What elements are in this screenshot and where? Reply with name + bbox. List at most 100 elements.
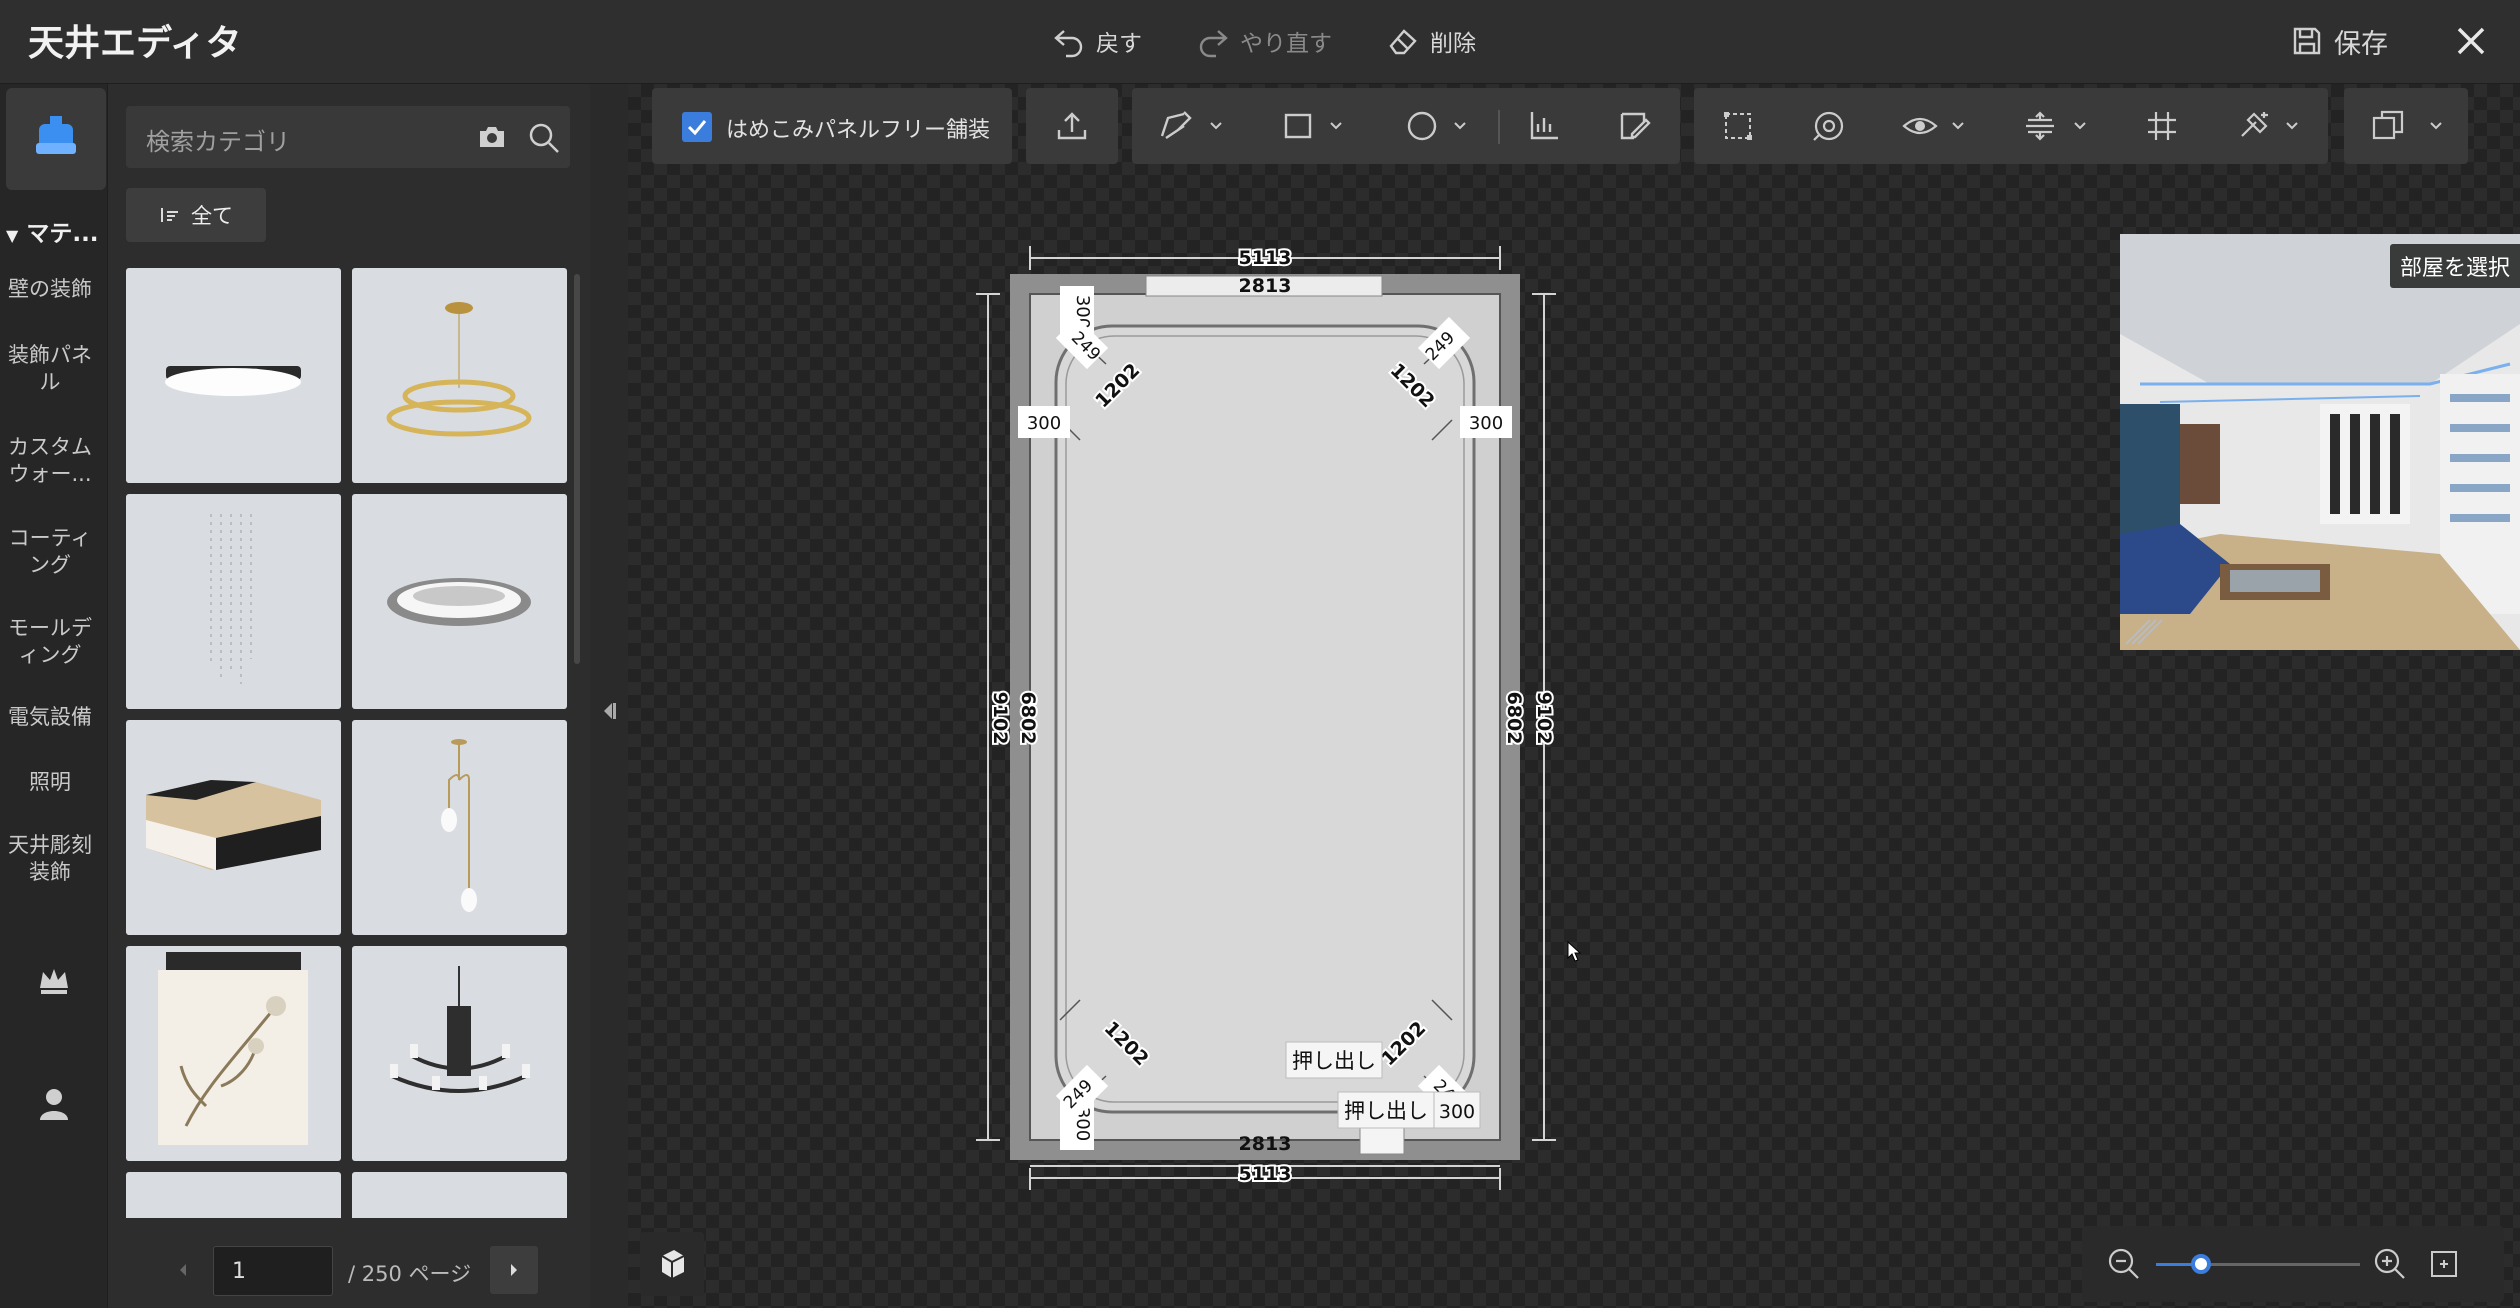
select-frame-icon[interactable]: [1718, 106, 1758, 146]
ceiling-plan[interactable]: 5113 2813 2813 5113 9102 6802 6802 9102 …: [960, 230, 1580, 1210]
delete-button[interactable]: 削除: [1386, 18, 1476, 64]
copy-layout-icon[interactable]: [2368, 106, 2408, 146]
sidebar-item-custom-wall[interactable]: カスタムウォー...: [0, 434, 100, 488]
product-card-pendant-lamp[interactable]: [352, 720, 567, 935]
square-ceiling-lamp-icon: [146, 780, 321, 870]
close-icon[interactable]: [2446, 16, 2496, 66]
dim-top-outer: 5113: [1239, 247, 1292, 269]
eye-icon[interactable]: [1900, 106, 1940, 146]
seamless-label: はめこみパネルフリー舗装: [726, 118, 991, 143]
delete-label: 削除: [1430, 31, 1476, 57]
flush-ceiling-light-icon: [165, 366, 301, 396]
dim-right-offset: 300: [1469, 413, 1503, 434]
dim-left-inner: 6802: [1017, 692, 1039, 745]
redo-icon: [1199, 30, 1228, 58]
select-room-button[interactable]: 部屋を選択: [2389, 244, 2520, 288]
material-tab[interactable]: [6, 88, 106, 190]
product-card-candle-chandelier[interactable]: [352, 946, 567, 1161]
redo-button[interactable]: やり直す: [1196, 18, 1332, 64]
library-scrollbar[interactable]: [574, 274, 580, 664]
category-sidebar: ▼ マテ... 壁の装飾 装飾パネル カスタムウォー... コーティング モール…: [0, 84, 108, 1308]
view-3d-button[interactable]: [640, 1232, 704, 1296]
sidebar-item-ceiling-carving[interactable]: 天井彫刻装飾: [0, 832, 100, 886]
sidebar-item-molding[interactable]: モールディング: [0, 615, 100, 669]
checkmark-icon: [687, 120, 707, 136]
zoom-in-icon[interactable]: [2372, 1246, 2408, 1282]
sidebar-item-wall-decor[interactable]: 壁の装飾: [0, 276, 100, 303]
chevron-down-icon[interactable]: [2072, 118, 2088, 134]
chevron-down-icon[interactable]: [1452, 118, 1468, 134]
search-input[interactable]: 検索カテゴリ: [126, 106, 570, 168]
dim-extrude-offset: 300: [1439, 1101, 1475, 1123]
collapse-panel-icon[interactable]: [598, 698, 620, 724]
fit-view-icon[interactable]: [2428, 1248, 2460, 1280]
toolbar-layers: [2344, 88, 2468, 164]
save-icon: [2293, 27, 2321, 55]
chevron-down-icon[interactable]: [2428, 118, 2444, 134]
product-grid: [126, 268, 570, 1218]
product-card-more[interactable]: [352, 1172, 567, 1218]
draw-path-icon[interactable]: [1156, 106, 1196, 146]
dim-right-inner: 6802: [1503, 692, 1525, 745]
user-icon[interactable]: [34, 1084, 74, 1124]
rectangle-icon[interactable]: [1278, 106, 1318, 146]
upload-icon[interactable]: [1052, 106, 1092, 146]
round-ceiling-lamp-icon: [387, 578, 531, 626]
chevron-down-icon[interactable]: [1208, 118, 1224, 134]
product-card-more[interactable]: [126, 1172, 341, 1218]
page-number-input[interactable]: 1: [213, 1246, 333, 1296]
extrude-label-2: 押し出し: [1344, 1099, 1428, 1123]
sidebar-item-coating[interactable]: コーティング: [0, 525, 100, 579]
toolbar-separator: [1498, 110, 1500, 144]
product-card-crystal-pendant[interactable]: [126, 494, 341, 709]
align-icon[interactable]: [2020, 106, 2060, 146]
filter-all-button[interactable]: 全て: [126, 188, 266, 242]
search-icon[interactable]: [526, 120, 562, 156]
ceiling-inner-panel[interactable]: [1054, 324, 1476, 1114]
toolbar-export: [1026, 88, 1118, 164]
dim-left-outer: 9102: [989, 692, 1011, 745]
app-title: 天井エディタ: [28, 23, 242, 64]
chevron-left-icon[interactable]: [158, 1246, 206, 1294]
sidebar-group-material[interactable]: ▼ マテ...: [6, 214, 106, 248]
chevron-down-icon[interactable]: [1328, 118, 1344, 134]
sidebar-item-lighting[interactable]: 照明: [0, 769, 100, 796]
undo-label: 戻す: [1096, 31, 1142, 57]
crown-icon[interactable]: [34, 960, 74, 1000]
chevron-down-icon[interactable]: [2284, 118, 2300, 134]
zoom-out-icon[interactable]: [2106, 1246, 2142, 1282]
page-total: / 250 ページ: [348, 1262, 472, 1286]
magic-tool-icon[interactable]: [2234, 106, 2274, 146]
room-render-image: [2120, 234, 2520, 650]
product-card-square-lamp[interactable]: [126, 720, 341, 935]
chevron-down-icon[interactable]: [1950, 118, 1966, 134]
product-card-round-lamp[interactable]: [352, 494, 567, 709]
measure-icon[interactable]: [1524, 106, 1564, 146]
sidebar-item-decor-panel[interactable]: 装飾パネル: [0, 342, 100, 396]
toolbar-view: [1694, 88, 2328, 164]
target-icon[interactable]: [1808, 106, 1848, 146]
room-preview[interactable]: 部屋を選択: [2120, 234, 2520, 650]
chevron-right-icon[interactable]: [490, 1246, 538, 1294]
dim-right-outer: 9102: [1533, 692, 1555, 745]
undo-button[interactable]: 戻す: [1052, 18, 1142, 64]
camera-icon[interactable]: [476, 121, 508, 153]
grid-icon[interactable]: [2142, 106, 2182, 146]
product-card-ring-chandelier[interactable]: [352, 268, 567, 483]
cube-icon: [661, 1250, 685, 1278]
save-button[interactable]: 保存: [2290, 18, 2388, 64]
edit-area-icon[interactable]: [1614, 106, 1654, 146]
product-card-floral-lamp[interactable]: [126, 946, 341, 1161]
sidebar-group-label: マテ...: [26, 221, 99, 247]
library-panel: 検索カテゴリ 全て 1 / 250 ページ: [108, 84, 590, 1308]
caret-down-icon: ▼: [6, 226, 19, 245]
bottom-extrusion: [1359, 1127, 1405, 1155]
sort-icon: [161, 208, 178, 222]
circle-icon[interactable]: [1402, 106, 1442, 146]
seamless-checkbox[interactable]: [682, 112, 712, 142]
sidebar-item-electrical[interactable]: 電気設備: [0, 704, 100, 731]
product-card-flush-light[interactable]: [126, 268, 341, 483]
candle-chandelier-icon: [390, 966, 530, 1093]
crystal-pendant-icon: [210, 514, 252, 684]
zoom-slider-handle[interactable]: [2190, 1254, 2211, 1274]
